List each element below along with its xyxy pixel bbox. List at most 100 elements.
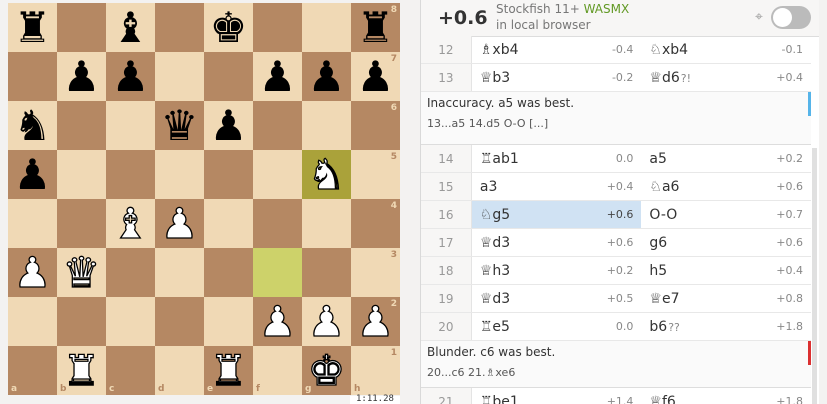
black-move[interactable]: ♘a6 +0.6 [641, 173, 811, 200]
black-pawn[interactable]: ♟ [14, 153, 52, 196]
square-h7[interactable]: ♟ 7 [351, 52, 400, 101]
square-f1[interactable]: f [253, 346, 302, 395]
black-move[interactable]: h5 +0.4 [641, 257, 811, 284]
square-g8[interactable] [302, 3, 351, 52]
square-g2[interactable]: ♟ [302, 297, 351, 346]
black-rook[interactable]: ♜ [14, 6, 52, 49]
square-d1[interactable]: d [155, 346, 204, 395]
white-move[interactable]: ♕h3 +0.2 [472, 257, 642, 284]
square-b8[interactable] [57, 3, 106, 52]
white-queen[interactable]: ♛ [62, 250, 101, 293]
square-f8[interactable] [253, 3, 302, 52]
square-a7[interactable] [8, 52, 57, 101]
comment-line[interactable]: 20...c6 21.♗xe6 [427, 366, 805, 379]
square-c3[interactable] [106, 248, 155, 297]
white-knight[interactable]: ♞ [307, 152, 346, 195]
square-a8[interactable]: ♜ [8, 3, 57, 52]
square-b3[interactable]: ♛ [57, 248, 106, 297]
square-e2[interactable] [204, 297, 253, 346]
square-e7[interactable] [204, 52, 253, 101]
black-pawn[interactable]: ♟ [112, 55, 150, 98]
white-rook[interactable]: ♜ [209, 348, 248, 391]
white-pawn[interactable]: ♟ [356, 299, 395, 342]
white-rook[interactable]: ♜ [62, 348, 101, 391]
square-f5[interactable] [253, 150, 302, 199]
black-pawn[interactable]: ♟ [63, 55, 101, 98]
white-move[interactable]: ♗xb4 -0.4 [472, 36, 642, 63]
white-bishop[interactable]: ♝ [111, 201, 150, 244]
square-e3[interactable] [204, 248, 253, 297]
square-c5[interactable] [106, 150, 155, 199]
square-b6[interactable] [57, 101, 106, 150]
square-d6[interactable]: ♛ [155, 101, 204, 150]
square-a6[interactable]: ♞ [8, 101, 57, 150]
black-pawn[interactable]: ♟ [308, 55, 346, 98]
square-h1[interactable]: 1h [351, 346, 400, 395]
square-f2[interactable]: ♟ [253, 297, 302, 346]
black-knight[interactable]: ♞ [14, 104, 52, 147]
square-c6[interactable] [106, 101, 155, 150]
square-e6[interactable]: ♟ [204, 101, 253, 150]
square-e4[interactable] [204, 199, 253, 248]
square-f3[interactable] [253, 248, 302, 297]
black-move[interactable]: ♘xb4 -0.1 [641, 36, 811, 63]
black-move[interactable]: a5 +0.2 [641, 145, 811, 172]
square-a2[interactable] [8, 297, 57, 346]
square-h2[interactable]: ♟ 2 [351, 297, 400, 346]
square-g1[interactable]: ♚ g [302, 346, 351, 395]
square-g3[interactable] [302, 248, 351, 297]
square-b7[interactable]: ♟ [57, 52, 106, 101]
square-h8[interactable]: ♜ 8 [351, 3, 400, 52]
square-f6[interactable] [253, 101, 302, 150]
black-pawn[interactable]: ♟ [259, 55, 297, 98]
square-e5[interactable] [204, 150, 253, 199]
white-move[interactable]: ♖ab1 0.0 [472, 145, 642, 172]
black-move[interactable]: b6?? +1.8 [641, 313, 811, 340]
white-move[interactable]: ♘g5 +0.6 [471, 201, 642, 228]
square-h3[interactable]: 3 [351, 248, 400, 297]
square-g6[interactable] [302, 101, 351, 150]
square-c4[interactable]: ♝ [106, 199, 155, 248]
white-move[interactable]: ♕b3 -0.2 [472, 64, 642, 91]
square-d3[interactable] [155, 248, 204, 297]
black-move[interactable]: O-O +0.7 [641, 201, 811, 228]
black-pawn[interactable]: ♟ [210, 104, 248, 147]
white-move[interactable]: a3 +0.4 [472, 173, 642, 200]
square-d2[interactable] [155, 297, 204, 346]
square-g7[interactable]: ♟ [302, 52, 351, 101]
white-pawn[interactable]: ♟ [160, 201, 199, 244]
square-e8[interactable]: ♚ [204, 3, 253, 52]
square-b2[interactable] [57, 297, 106, 346]
black-move[interactable]: ♕d6?! +0.4 [641, 64, 811, 91]
square-h4[interactable]: 4 [351, 199, 400, 248]
square-h6[interactable]: 6 [351, 101, 400, 150]
square-a5[interactable]: ♟ [8, 150, 57, 199]
square-g5[interactable]: ♞ [302, 150, 351, 199]
comment-line[interactable]: 13...a5 14.d5 O-O [...] [427, 117, 805, 130]
square-c7[interactable]: ♟ [106, 52, 155, 101]
square-a3[interactable]: ♟ [8, 248, 57, 297]
black-king[interactable]: ♚ [210, 6, 248, 49]
square-a1[interactable]: a [8, 346, 57, 395]
square-c1[interactable]: c [106, 346, 155, 395]
square-c8[interactable]: ♝ [106, 3, 155, 52]
white-pawn[interactable]: ♟ [13, 250, 52, 293]
white-pawn[interactable]: ♟ [307, 299, 346, 342]
black-bishop[interactable]: ♝ [112, 6, 150, 49]
square-d5[interactable] [155, 150, 204, 199]
black-move[interactable]: g6 +0.6 [641, 229, 811, 256]
white-move[interactable]: ♕d3 +0.5 [472, 285, 642, 312]
scrollbar[interactable] [812, 148, 817, 404]
square-f7[interactable]: ♟ [253, 52, 302, 101]
square-a4[interactable] [8, 199, 57, 248]
square-b5[interactable] [57, 150, 106, 199]
square-b1[interactable]: ♜ b [57, 346, 106, 395]
square-b4[interactable] [57, 199, 106, 248]
black-queen[interactable]: ♛ [161, 104, 199, 147]
chess-board[interactable]: ♜ ♝ ♚ ♜ 8 ♟ ♟ ♟ ♟ ♟ 7 ♞ ♛ ♟ 6 ♟ ♞ 5 ♝ ♟ 4 ♟ ♛ 3 ♟ ♟ ♟ 2 a ♜ b c d ♜ e f ♚ g 1 h [8, 3, 400, 395]
square-g4[interactable] [302, 199, 351, 248]
white-pawn[interactable]: ♟ [258, 299, 297, 342]
target-icon[interactable]: ⌖ [755, 10, 769, 24]
black-pawn[interactable]: ♟ [357, 55, 395, 98]
white-move[interactable]: ♖e5 0.0 [472, 313, 642, 340]
